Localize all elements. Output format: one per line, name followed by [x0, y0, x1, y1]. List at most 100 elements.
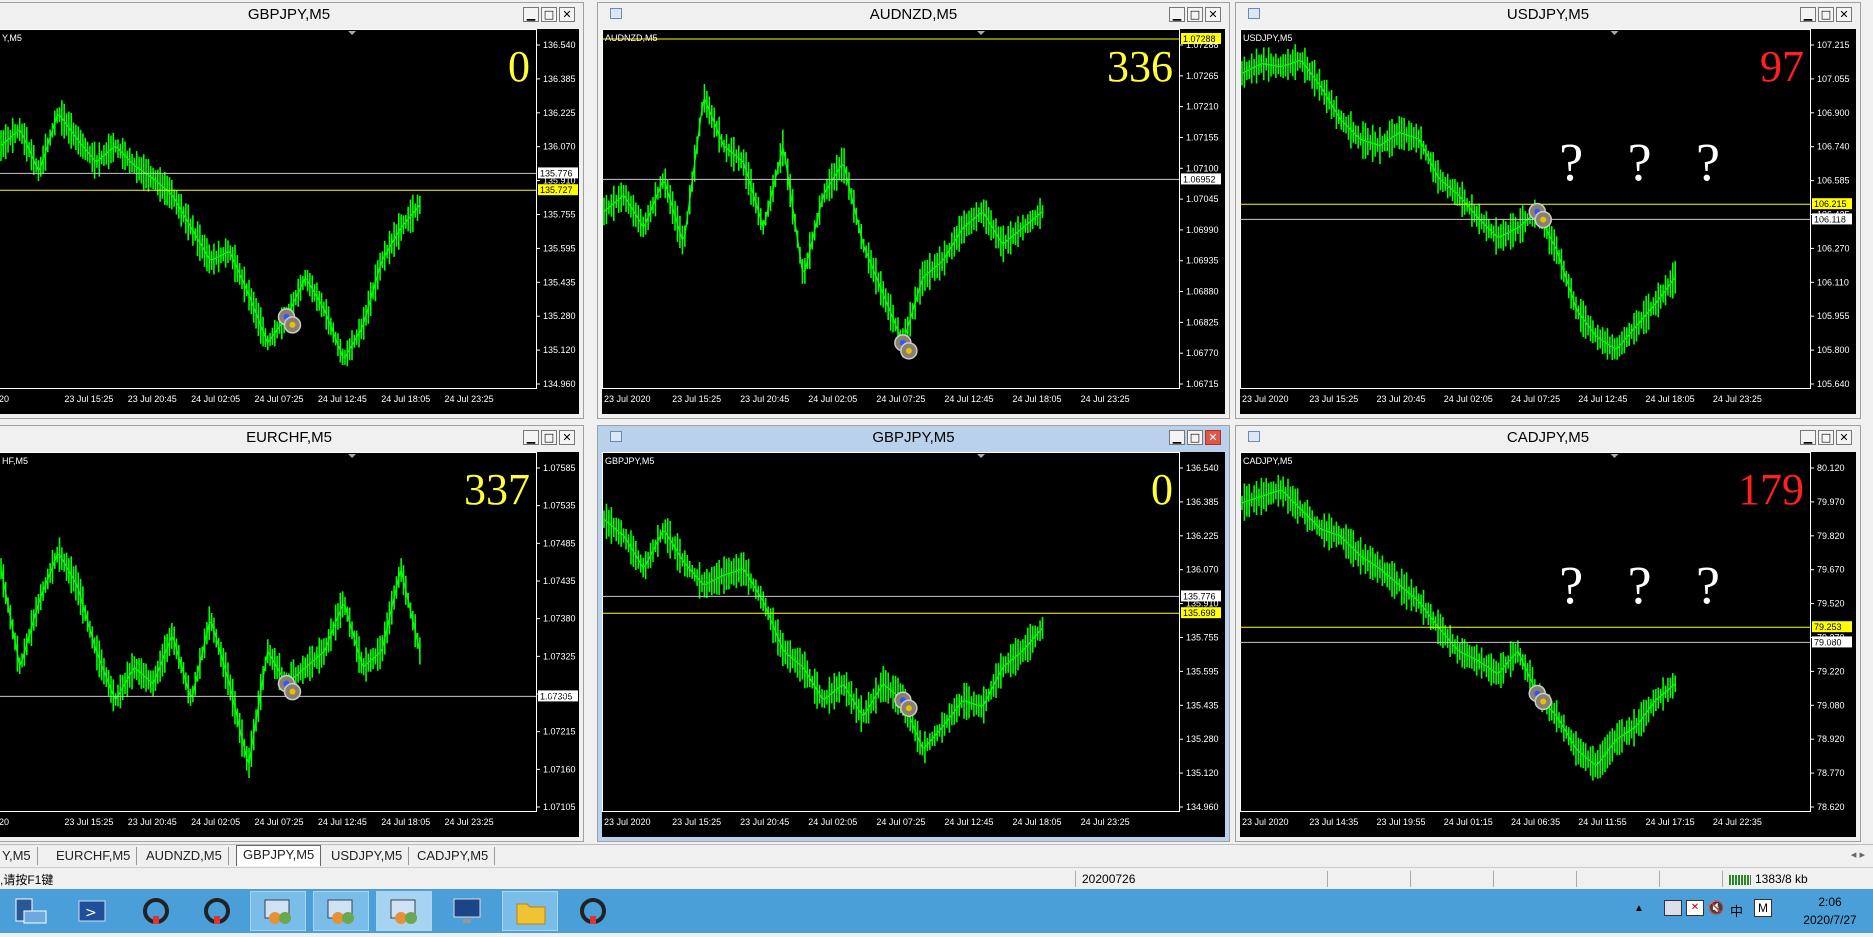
price-chart-svg[interactable]: 1.072881.069521.072881.072651.072101.071…: [602, 29, 1225, 414]
monitor-button[interactable]: [439, 891, 495, 931]
price-line-segment: [1411, 137, 1413, 138]
chart-window-5[interactable]: CADJPY,M5▁□✕79.25379.08080.12079.97079.8…: [1235, 425, 1861, 842]
tab-scroll-arrows[interactable]: ◂ ▸: [1851, 848, 1865, 861]
time-axis-label: 24 Jul 18:05: [381, 817, 430, 827]
tray-overflow-icon[interactable]: ▲: [1634, 903, 1644, 914]
time-axis-label: 24 Jul 23:25: [445, 394, 494, 404]
chart-symbol-label: AUDNZD,M5: [605, 33, 658, 43]
tab-gbpjpy[interactable]: GBPJPY,M5: [236, 845, 321, 866]
time-axis-label: 23 Jul 20:45: [1377, 394, 1426, 404]
ime-icon[interactable]: 中: [1730, 901, 1743, 920]
chart-shift-marker: [977, 31, 985, 35]
clock[interactable]: 2:06 2020/7/27: [1800, 893, 1860, 929]
window-titlebar[interactable]: GBPJPY,M5▁□✕: [0, 3, 583, 25]
chart-canvas[interactable]: 1.073051.075851.075351.074851.074351.073…: [0, 452, 579, 837]
maximize-button[interactable]: □: [1187, 430, 1203, 445]
price-tick-label: 1.07288: [1186, 40, 1219, 50]
time-axis-label: 24 Jul 07:25: [254, 817, 303, 827]
mt4-button-2[interactable]: [189, 891, 245, 931]
chart-canvas[interactable]: 135.776135.727136.540136.385136.225136.0…: [0, 29, 579, 414]
price-line-segment: [1283, 65, 1285, 66]
window-titlebar[interactable]: GBPJPY,M5▁□✕: [598, 426, 1229, 448]
price-line-segment: [729, 573, 731, 574]
volume-mute-icon[interactable]: 🔇: [1708, 900, 1724, 916]
minimize-button[interactable]: ▁: [1800, 7, 1816, 22]
network-icon[interactable]: [1664, 900, 1682, 916]
price-line-segment: [1254, 498, 1256, 499]
minimize-button[interactable]: ▁: [1800, 430, 1816, 445]
remote-desktop-button-2[interactable]: [313, 891, 369, 931]
terminal-icon: [565, 891, 621, 931]
server-manager-button[interactable]: [2, 891, 58, 931]
level-price-text: 135.727: [540, 185, 573, 195]
time-axis-label: 24 Jul 07:25: [876, 817, 925, 827]
tab-audnzd[interactable]: AUDNZD,M5: [140, 847, 229, 865]
minimize-button[interactable]: ▁: [523, 7, 539, 22]
maximize-button[interactable]: □: [541, 7, 557, 22]
price-line-segment: [971, 703, 973, 704]
remote-desktop-button-1[interactable]: [250, 891, 306, 931]
chart-window-2[interactable]: USDJPY,M5▁□✕ 106.215106.118107.215107.055…: [1235, 2, 1861, 419]
chart-canvas[interactable]: 135.776135.698136.540136.385136.225136.0…: [602, 452, 1225, 837]
price-chart-svg[interactable]: 1.073051.075851.075351.074851.074351.073…: [0, 452, 579, 837]
mt4-button-1[interactable]: [128, 891, 184, 931]
plot-frame: [0, 453, 537, 812]
window-titlebar[interactable]: AUDNZD,M5▁□✕: [598, 3, 1229, 25]
tab-eurchf[interactable]: EURCHF,M5: [50, 847, 137, 865]
chart-window-3[interactable]: EURCHF,M5▁□✕ 1.073051.075851.075351.07485…: [0, 425, 584, 842]
mt4-button-3[interactable]: [565, 891, 621, 931]
price-chart-svg[interactable]: 79.25379.08080.12079.97079.82079.67079.5…: [1240, 452, 1856, 837]
close-button[interactable]: ✕: [1205, 430, 1221, 445]
chart-symbol-label: Y,M5: [2, 33, 22, 43]
chart-symbol-label: CADJPY,M5: [1243, 456, 1292, 466]
price-chart-svg[interactable]: 106.215106.118107.215107.055106.900106.7…: [1240, 29, 1856, 414]
price-tick-label: 106.740: [1817, 142, 1850, 152]
chart-canvas[interactable]: 1.072881.069521.072881.072651.072101.071…: [602, 29, 1225, 414]
chart-window-0[interactable]: GBPJPY,M5▁□✕ 135.776135.727136.540136.385…: [0, 2, 584, 419]
tab-gbpjpy-partial[interactable]: Y,M5: [0, 847, 38, 865]
close-button[interactable]: ✕: [1836, 430, 1852, 445]
price-tick-label: 1.07160: [543, 764, 576, 774]
window-title: AUDNZD,M5: [598, 6, 1229, 23]
chart-window-1[interactable]: AUDNZD,M5▁□✕1.072881.069521.072881.07265…: [597, 2, 1230, 419]
file-explorer-button[interactable]: [502, 891, 558, 931]
powershell-button[interactable]: >: [65, 891, 121, 931]
price-line-segment: [1273, 492, 1275, 493]
close-button[interactable]: ✕: [1205, 7, 1221, 22]
window-titlebar[interactable]: USDJPY,M5▁□✕: [1236, 3, 1860, 25]
maximize-button[interactable]: □: [1818, 430, 1834, 445]
chart-canvas[interactable]: 106.215106.118107.215107.055106.900106.7…: [1240, 29, 1856, 414]
price-line-segment: [1293, 62, 1295, 63]
level-price-text: 135.698: [1183, 608, 1216, 618]
window-titlebar[interactable]: EURCHF,M5▁□✕: [0, 426, 583, 448]
maximize-button[interactable]: □: [1818, 7, 1834, 22]
time-axis-label: 24 Jul 12:45: [944, 394, 993, 404]
window-title: USDJPY,M5: [1236, 6, 1860, 23]
tab-usdjpy[interactable]: USDJPY,M5: [325, 847, 409, 865]
window-titlebar[interactable]: CADJPY,M5▁□✕: [1236, 426, 1860, 448]
minimize-button[interactable]: ▁: [523, 430, 539, 445]
chart-canvas[interactable]: 79.25379.08080.12079.97079.82079.67079.5…: [1240, 452, 1856, 837]
chart-shift-marker: [1611, 31, 1619, 35]
close-button[interactable]: ✕: [559, 430, 575, 445]
maximize-button[interactable]: □: [541, 430, 557, 445]
ime-mode-icon[interactable]: M: [1754, 899, 1772, 917]
time-axis-label: 24 Jul 22:35: [1713, 817, 1762, 827]
remote-desktop-button-3[interactable]: [376, 891, 432, 931]
close-button[interactable]: ✕: [559, 7, 575, 22]
time-axis-label: 23 Jul 20:45: [740, 817, 789, 827]
tab-cadjpy[interactable]: CADJPY,M5: [411, 847, 495, 865]
chart-window-4[interactable]: GBPJPY,M5▁□✕ 135.776135.698136.540136.385…: [597, 425, 1230, 842]
price-line-segment: [1370, 143, 1372, 144]
maximize-button[interactable]: □: [1187, 7, 1203, 22]
price-tick-label: 1.07585: [543, 463, 576, 473]
price-chart-svg[interactable]: 135.776135.727136.540136.385136.225136.0…: [0, 29, 579, 414]
minimize-button[interactable]: ▁: [1169, 430, 1185, 445]
minimize-button[interactable]: ▁: [1169, 7, 1185, 22]
security-alert-icon[interactable]: ✕: [1686, 900, 1704, 916]
close-button[interactable]: ✕: [1836, 7, 1852, 22]
time-axis-label: 23 Jul 2020: [604, 394, 651, 404]
price-chart-svg[interactable]: 135.776135.698136.540136.385136.225136.0…: [602, 452, 1225, 837]
price-tick-label: 105.800: [1817, 345, 1850, 355]
price-tick-label: 135.595: [1186, 666, 1219, 676]
